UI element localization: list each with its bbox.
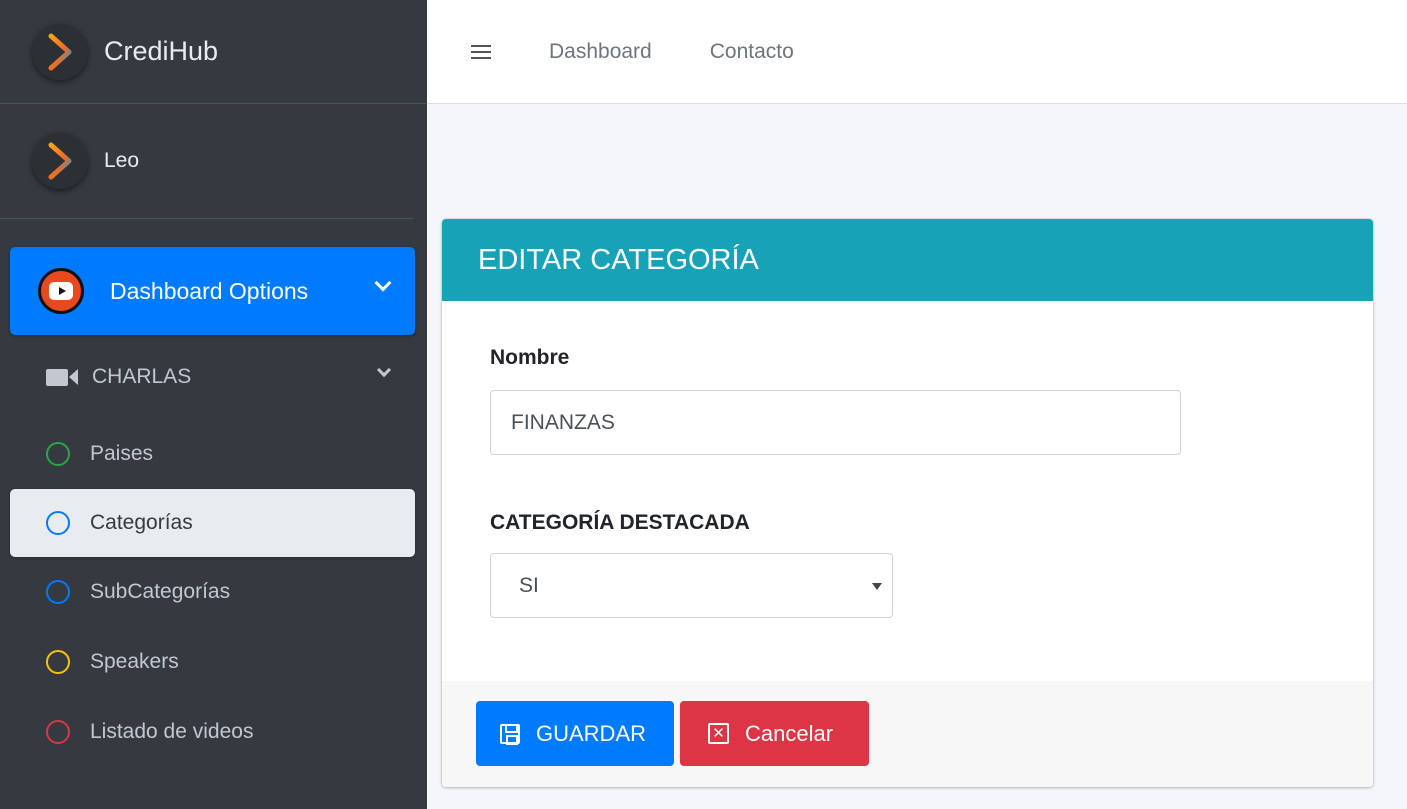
circle-icon [46,720,70,744]
card-body: Nombre FINANZAS CATEGORÍA DESTACADA SI [442,301,1373,681]
sidebar-item-label: Categorías [90,511,193,534]
caret-down-icon [872,583,882,590]
logo-chevron-icon [32,23,88,80]
sidebar-item-charlas[interactable]: CHARLAS [10,335,415,419]
sidebar-item-label: Dashboard Options [110,277,309,304]
card-footer: GUARDAR ✕ Cancelar [442,681,1373,787]
sidebar-item-categorias[interactable]: Categorías [10,489,415,557]
video-camera-icon [46,368,78,386]
brand-name: CrediHub [104,36,219,66]
sidebar-item-label: Speakers [90,650,179,673]
featured-select-value: SI [519,573,539,597]
nav-link-contacto[interactable]: Contacto [710,40,794,64]
save-button-label: GUARDAR [536,720,647,746]
save-button[interactable]: GUARDAR [476,701,674,766]
edit-category-card: EDITAR CATEGORÍA Nombre FINANZAS CATEGOR… [442,219,1373,787]
chevron-down-icon [374,274,392,292]
brand-link[interactable]: CrediHub [0,0,427,104]
sidebar-nav: Dashboard Options CHARLAS Paises Categor… [0,219,427,767]
circle-icon [46,442,70,466]
sidebar-item-paises[interactable]: Paises [10,419,415,489]
circle-icon [46,650,70,674]
user-panel[interactable]: Leo [0,104,413,219]
user-avatar [32,133,88,189]
circle-icon [46,511,70,535]
sidebar: CrediHub Leo Dashboard Options CHARLAS P… [0,0,427,809]
sidebar-item-speakers[interactable]: Speakers [10,627,415,697]
sidebar-item-subcategorias[interactable]: SubCategorías [10,557,415,627]
card-title: EDITAR CATEGORÍA [442,219,1373,301]
cancel-button[interactable]: ✕ Cancelar [680,701,869,766]
hamburger-icon[interactable] [471,44,491,59]
user-name: Leo [104,149,140,172]
top-navbar: Dashboard Contacto [427,0,1407,104]
youtube-icon [38,268,84,314]
sidebar-item-label: Paises [90,442,154,465]
save-icon [500,723,520,745]
sidebar-item-label: SubCategorías [90,580,231,603]
featured-label: CATEGORÍA DESTACADA [490,511,750,534]
name-label: Nombre [490,346,570,369]
nav-link-dashboard[interactable]: Dashboard [549,40,652,64]
sidebar-item-dashboard-options[interactable]: Dashboard Options [10,247,415,335]
sidebar-item-listado-videos[interactable]: Listado de videos [10,697,415,767]
circle-icon [46,580,70,604]
featured-select[interactable]: SI [490,553,893,618]
cancel-button-label: Cancelar [745,720,834,746]
sidebar-item-label: CHARLAS [92,365,192,388]
close-box-icon: ✕ [708,723,729,744]
name-input[interactable]: FINANZAS [490,390,1181,455]
chevron-down-icon [376,362,392,378]
sidebar-item-label: Listado de videos [90,720,254,743]
